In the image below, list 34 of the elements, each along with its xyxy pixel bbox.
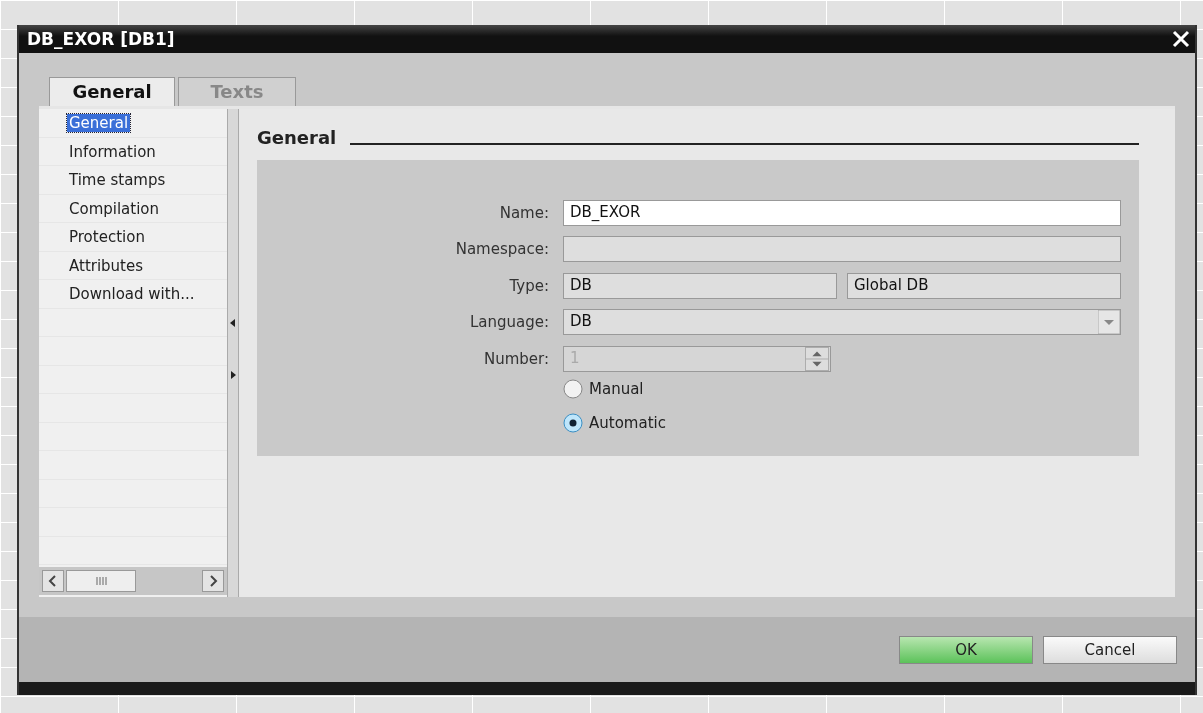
scroll-left-icon[interactable] xyxy=(42,570,64,593)
section-title: General xyxy=(257,127,337,149)
scroll-right-icon[interactable] xyxy=(202,570,224,593)
input-field[interactable]: DB xyxy=(563,272,837,299)
horizontal-scrollbar[interactable] xyxy=(39,567,227,596)
expand-right-icon[interactable] xyxy=(230,371,236,380)
scroll-thumb-icon[interactable] xyxy=(66,570,136,593)
input-field[interactable]: DB_EXOR xyxy=(563,199,1121,226)
close-icon[interactable] xyxy=(1171,29,1191,50)
window-title: DB_EXOR [DB1] xyxy=(27,29,175,50)
input-field[interactable] xyxy=(563,236,1121,263)
nav-item[interactable]: Time stamps xyxy=(67,171,168,190)
nav-item[interactable]: Compilation xyxy=(67,199,162,218)
field-label: Name: xyxy=(498,203,550,222)
collapse-left-icon[interactable] xyxy=(230,319,236,328)
nav-item[interactable]: Protection xyxy=(67,228,147,247)
dropdown-arrow-icon[interactable] xyxy=(1098,310,1120,335)
ok-button[interactable]: OK xyxy=(899,635,1033,664)
cancel-button[interactable]: Cancel xyxy=(1043,635,1177,664)
radio-option[interactable]: Manual xyxy=(563,378,1121,399)
nav-item[interactable]: General xyxy=(67,114,131,133)
field-label: Language: xyxy=(468,313,550,332)
radio-option[interactable]: Automatic xyxy=(563,412,1121,433)
input-field[interactable]: Global DB xyxy=(847,272,1121,299)
nav-item[interactable]: Attributes xyxy=(67,256,146,275)
field-label: Type: xyxy=(508,276,550,295)
field-label: Namespace: xyxy=(454,240,550,259)
tab[interactable]: General xyxy=(49,77,175,107)
radio-icon[interactable] xyxy=(563,378,583,399)
field-label: Number: xyxy=(482,349,550,368)
nav-item[interactable]: Download with... xyxy=(67,285,197,304)
nav-item[interactable]: Information xyxy=(67,142,158,161)
radio-icon[interactable] xyxy=(563,412,583,433)
dropdown-field[interactable]: DB xyxy=(563,309,1121,336)
